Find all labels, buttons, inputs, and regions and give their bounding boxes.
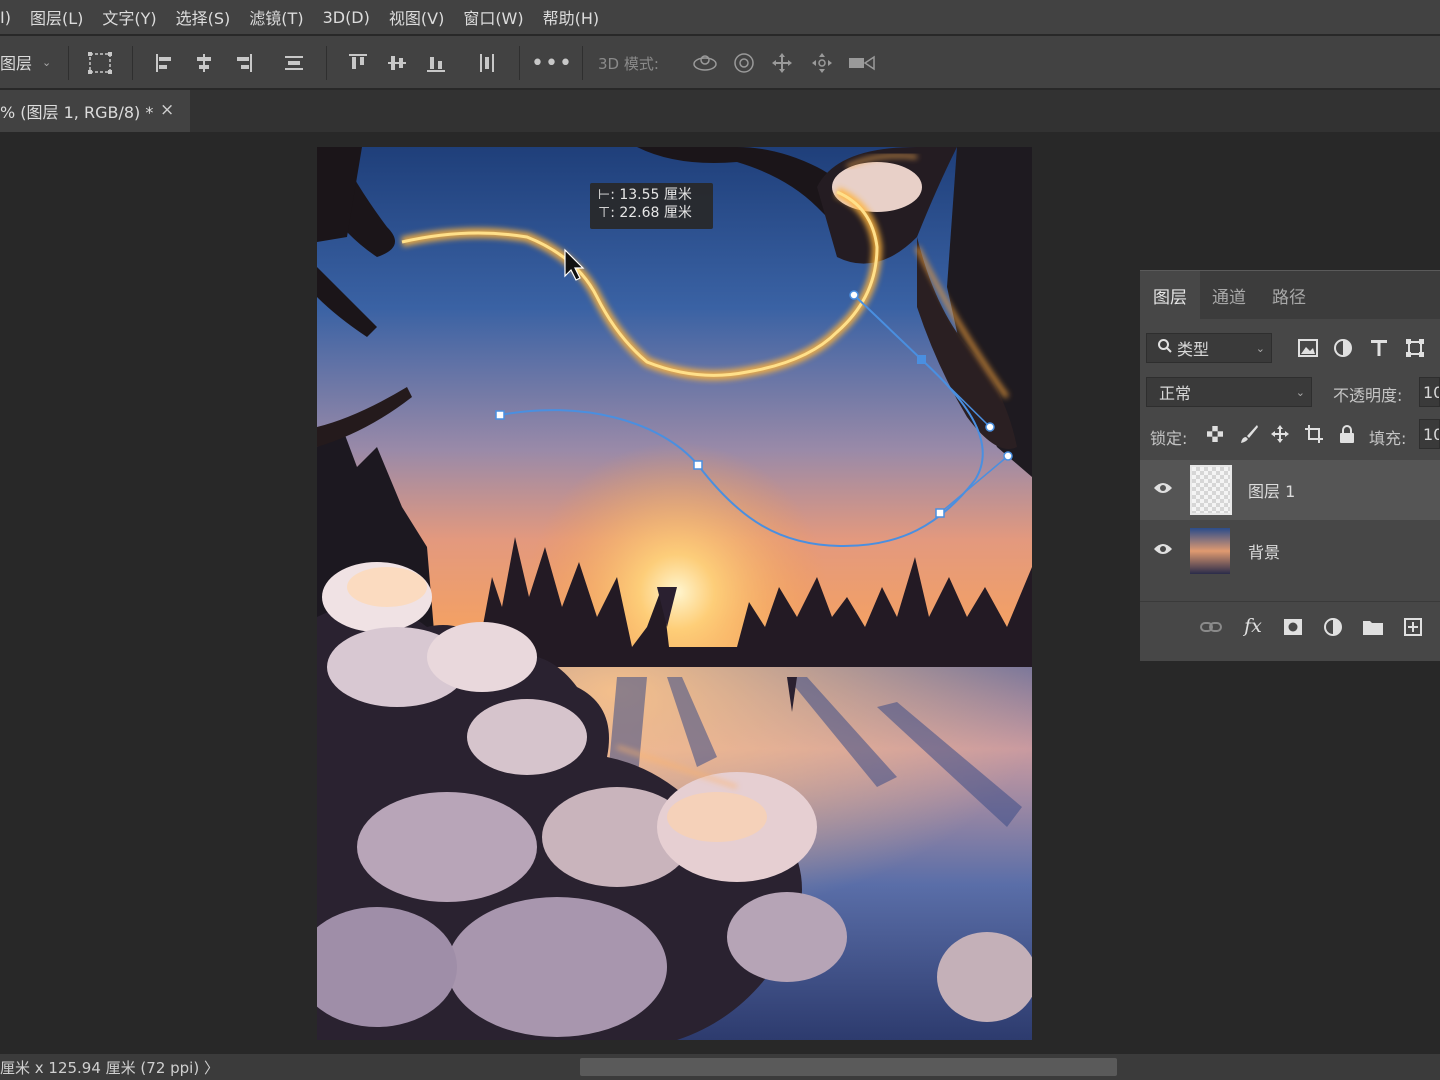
separator: [326, 46, 327, 80]
lock-transparent-pixels-icon[interactable]: [1204, 422, 1226, 446]
opacity-value: 10: [1423, 382, 1439, 402]
layers-panel: 图层 通道 路径 类型 ⌄ 正常 ⌄ 不透明度: 10 锁定:: [1140, 270, 1440, 661]
menu-item-partial[interactable]: I): [0, 8, 11, 27]
separator: [582, 46, 583, 80]
layer-row[interactable]: 图层 1: [1140, 460, 1440, 520]
align-center-h-icon[interactable]: [191, 50, 217, 76]
menu-item-3d[interactable]: 3D(D): [323, 8, 370, 27]
link-layers-icon[interactable]: [1198, 614, 1224, 640]
align-bottom-icon[interactable]: [423, 50, 449, 76]
tab-channels[interactable]: 通道: [1212, 271, 1246, 319]
layer-name: 图层 1: [1248, 482, 1296, 501]
document-tab-strip: % (图层 1, RGB/8) * ×: [0, 90, 1440, 132]
align-middle-icon[interactable]: [384, 50, 410, 76]
status-bar: 厘米 x 125.94 厘米 (72 ppi) 〉: [0, 1054, 1440, 1080]
document-tab-title: % (图层 1, RGB/8) *: [0, 103, 154, 122]
chevron-down-icon: ⌄: [1295, 385, 1305, 399]
menu-item-view[interactable]: 视图(V): [389, 5, 444, 29]
layer-thumbnail-transparent: [1190, 465, 1232, 515]
new-group-folder-icon[interactable]: [1360, 614, 1386, 640]
layer-thumbnail-background: [1190, 528, 1230, 574]
blend-mode-select[interactable]: 正常 ⌄: [1146, 377, 1312, 407]
filter-adjustment-icon[interactable]: [1331, 335, 1355, 361]
tooltip-y-value: ⊤: 22.68 厘米: [598, 205, 692, 221]
distribute-vertical-icon[interactable]: [281, 50, 307, 76]
separator: [519, 46, 520, 80]
more-options-icon[interactable]: •••: [531, 50, 572, 76]
align-left-icon[interactable]: [152, 50, 178, 76]
chevron-down-icon: ⌄: [1255, 341, 1265, 355]
fill-label: 填充:: [1369, 429, 1407, 448]
layers-panel-footer: fx: [1140, 601, 1440, 652]
tab-layers[interactable]: 图层: [1140, 271, 1200, 319]
lock-label: 锁定:: [1150, 429, 1188, 448]
document-canvas-image[interactable]: [317, 147, 1032, 1040]
menu-item-type[interactable]: 文字(Y): [102, 5, 156, 29]
auto-select-dropdown[interactable]: 图层 ⌄: [0, 48, 55, 76]
menu-bar: I) 图层(L) 文字(Y) 选择(S) 滤镜(T) 3D(D) 视图(V) 窗…: [0, 0, 1440, 34]
tab-paths[interactable]: 路径: [1272, 271, 1306, 319]
new-layer-icon[interactable]: [1400, 614, 1426, 640]
panel-tabs: 图层 通道 路径: [1140, 271, 1440, 319]
lock-all-icon[interactable]: [1336, 422, 1358, 446]
options-bar: 图层 ⌄ ••• 3D 模式:: [0, 36, 1440, 88]
orbit-3d-icon[interactable]: [690, 50, 720, 76]
lock-image-pixels-brush-icon[interactable]: [1238, 422, 1260, 446]
fill-input[interactable]: 10: [1419, 419, 1440, 449]
align-right-icon[interactable]: [230, 50, 256, 76]
document-size-status[interactable]: 厘米 x 125.94 厘米 (72 ppi) 〉: [0, 1057, 219, 1078]
pan-3d-icon[interactable]: [768, 50, 796, 76]
add-mask-icon[interactable]: [1280, 614, 1306, 640]
scale-3d-camera-icon[interactable]: [846, 50, 878, 76]
separator: [68, 46, 69, 80]
align-top-icon[interactable]: [345, 50, 371, 76]
close-icon[interactable]: ×: [160, 100, 174, 120]
horizontal-scrollbar[interactable]: [580, 1058, 1117, 1076]
eye-icon[interactable]: [1153, 541, 1173, 560]
lock-artboard-icon[interactable]: [1302, 422, 1326, 446]
lock-position-move-icon[interactable]: [1268, 422, 1292, 446]
menu-item-help[interactable]: 帮助(H): [543, 5, 600, 29]
menu-item-filter[interactable]: 滤镜(T): [249, 5, 303, 29]
chevron-down-icon: ⌄: [42, 55, 52, 69]
search-icon: [1157, 338, 1173, 358]
slide-3d-icon[interactable]: [808, 50, 836, 76]
separator: [132, 46, 133, 80]
distribute-horizontal-icon[interactable]: [474, 50, 500, 76]
filter-type-icon[interactable]: [1367, 335, 1391, 361]
tooltip-x-value: ⊢: 13.55 厘米: [598, 187, 692, 203]
mode-3d-label: 3D 模式:: [598, 50, 672, 76]
mode-3d-text: 3D 模式:: [598, 54, 659, 73]
menu-item-select[interactable]: 选择(S): [176, 5, 231, 29]
layer-style-fx-icon[interactable]: fx: [1240, 612, 1266, 640]
eye-icon[interactable]: [1153, 480, 1173, 499]
filter-pixel-icon[interactable]: [1296, 335, 1320, 361]
menu-item-window[interactable]: 窗口(W): [463, 5, 523, 29]
filter-kind-label: 类型: [1177, 340, 1210, 359]
filter-shape-icon[interactable]: [1403, 335, 1427, 361]
transform-controls-icon[interactable]: [86, 50, 114, 76]
roll-3d-icon[interactable]: [730, 50, 758, 76]
opacity-label: 不透明度:: [1333, 386, 1403, 405]
document-tab[interactable]: % (图层 1, RGB/8) * ×: [0, 90, 190, 132]
blend-mode-value: 正常: [1159, 384, 1192, 403]
layer-filter-kind-select[interactable]: 类型 ⌄: [1146, 333, 1272, 363]
measurement-tooltip: ⊢: 13.55 厘米 ⊤: 22.68 厘米: [590, 183, 713, 229]
fill-value: 10: [1423, 424, 1439, 444]
auto-select-value: 图层: [0, 54, 33, 73]
winter-sunset-photo: [317, 147, 1032, 1040]
new-adjustment-layer-icon[interactable]: [1320, 614, 1346, 640]
layer-name: 背景: [1248, 543, 1281, 562]
layer-row[interactable]: 背景: [1140, 521, 1440, 581]
opacity-input[interactable]: 10: [1419, 377, 1440, 407]
menu-item-layer[interactable]: 图层(L): [30, 5, 83, 29]
